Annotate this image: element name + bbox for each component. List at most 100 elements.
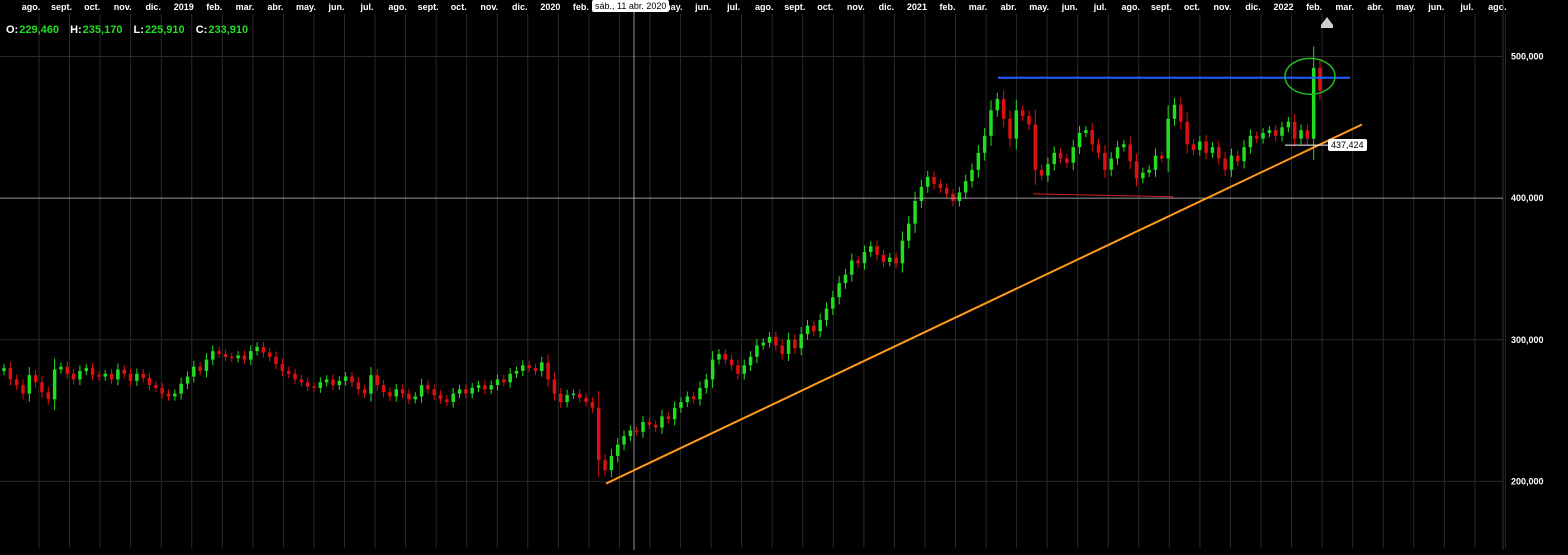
candle-body — [1191, 144, 1196, 150]
candle-body — [1179, 104, 1183, 122]
x-tick-label: mar. — [969, 2, 988, 12]
candle-body — [698, 387, 702, 400]
candle-body — [647, 421, 652, 425]
x-tick-label: nov. — [1214, 2, 1232, 12]
candle-body — [1058, 152, 1063, 159]
candle-body — [888, 257, 892, 262]
candle-body — [394, 389, 399, 397]
candle-body — [299, 379, 304, 383]
candle-body — [356, 382, 361, 390]
candle-body — [1014, 110, 1019, 139]
candle-body — [1236, 155, 1240, 162]
candle-body — [761, 342, 765, 346]
candle-body — [1286, 121, 1291, 128]
candle-body — [527, 365, 531, 369]
candle-body — [1299, 130, 1303, 139]
candle-body — [160, 387, 164, 394]
candle-body — [976, 152, 981, 170]
candle-body — [211, 351, 215, 360]
candle-body — [331, 379, 335, 386]
candle-body — [71, 373, 76, 380]
candle-body — [90, 368, 95, 376]
candle-body — [1248, 135, 1253, 148]
candle-body — [793, 339, 797, 349]
candle-body — [40, 382, 44, 393]
candle-body — [350, 376, 354, 383]
candle-body — [375, 375, 380, 386]
x-tick-label: oct. — [451, 2, 467, 12]
x-tick-label: 2019 — [174, 2, 194, 12]
candle-body — [679, 402, 683, 408]
candle-body — [1103, 152, 1107, 170]
candle-body — [1147, 169, 1151, 173]
x-tick-label: mar. — [236, 2, 255, 12]
candle-body — [869, 246, 873, 252]
candle-body — [717, 353, 721, 360]
x-tick-label: jul. — [1459, 2, 1473, 12]
candle-body — [603, 460, 607, 471]
x-tick-label: oct. — [1184, 2, 1200, 12]
candle-body — [1280, 127, 1284, 136]
candle-body — [1027, 115, 1031, 125]
candle-body — [109, 373, 114, 380]
x-tick-label: feb. — [206, 2, 222, 12]
candle-body — [293, 373, 297, 380]
candle-body — [1122, 144, 1126, 148]
candle-body — [337, 380, 342, 386]
candle-body — [1052, 152, 1057, 165]
candle-body — [1273, 130, 1278, 136]
close-value: 233,910 — [208, 24, 249, 36]
candle-body — [33, 375, 38, 383]
candle-body — [267, 352, 272, 357]
open-value: 229,460 — [19, 24, 59, 36]
candle-body — [274, 356, 278, 364]
candle-body — [400, 389, 405, 394]
candle-body — [286, 370, 291, 374]
candle-body — [932, 176, 936, 184]
candle-body — [1217, 147, 1221, 159]
ohlc-readout: O:229,460 H:235,170 L:225,910 C:233,910 — [6, 24, 256, 36]
candle-body — [166, 393, 171, 397]
candle-body — [685, 396, 690, 403]
candle-body — [742, 365, 746, 374]
high-label: H: — [70, 24, 82, 36]
candle-body — [850, 260, 854, 275]
x-tick-label: ago. — [755, 2, 774, 12]
candle-body — [881, 254, 886, 262]
candle-body — [185, 376, 190, 384]
candle-body — [217, 351, 221, 354]
candlestick-chart[interactable]: ago. sept. oct. nov. dic. 2019 feb. mar. abr. may… — [0, 0, 1568, 550]
candle-body — [362, 389, 367, 394]
candle-body — [242, 355, 247, 360]
candle-body — [495, 379, 500, 386]
candle-body — [419, 385, 424, 397]
candle-body — [584, 397, 588, 403]
candle-body — [957, 192, 962, 201]
candle-body — [748, 356, 753, 366]
candle-body — [780, 345, 784, 354]
chart-area[interactable]: ago. sept. oct. nov. dic. 2019 feb. mar. abr. may… — [0, 0, 1568, 550]
candle-body — [426, 385, 430, 390]
candle-body — [84, 368, 88, 371]
x-tick-label: feb. — [573, 2, 589, 12]
x-tick-label: nov. — [847, 2, 865, 12]
y-tick-label: 400,000 — [1511, 193, 1544, 203]
support-trendline — [605, 123, 1363, 485]
y-tick-label: 500,000 — [1511, 51, 1544, 61]
x-tick-label: dic. — [145, 2, 161, 12]
x-tick-label: ago. — [22, 2, 41, 12]
candle-body — [944, 188, 949, 194]
candle-body — [1198, 141, 1202, 150]
candle-body — [875, 246, 879, 255]
x-tick-label: dic. — [512, 2, 528, 12]
candle-body — [894, 257, 898, 264]
x-tick-label: jun. — [328, 2, 345, 12]
candle-body — [666, 416, 671, 420]
candle-body — [508, 373, 512, 383]
candle-body — [1242, 147, 1246, 162]
candle-body — [755, 345, 759, 357]
candle-body — [818, 319, 822, 332]
x-tick-label: jun. — [694, 2, 711, 12]
candle-body — [521, 365, 525, 371]
candle-body — [995, 98, 1000, 111]
